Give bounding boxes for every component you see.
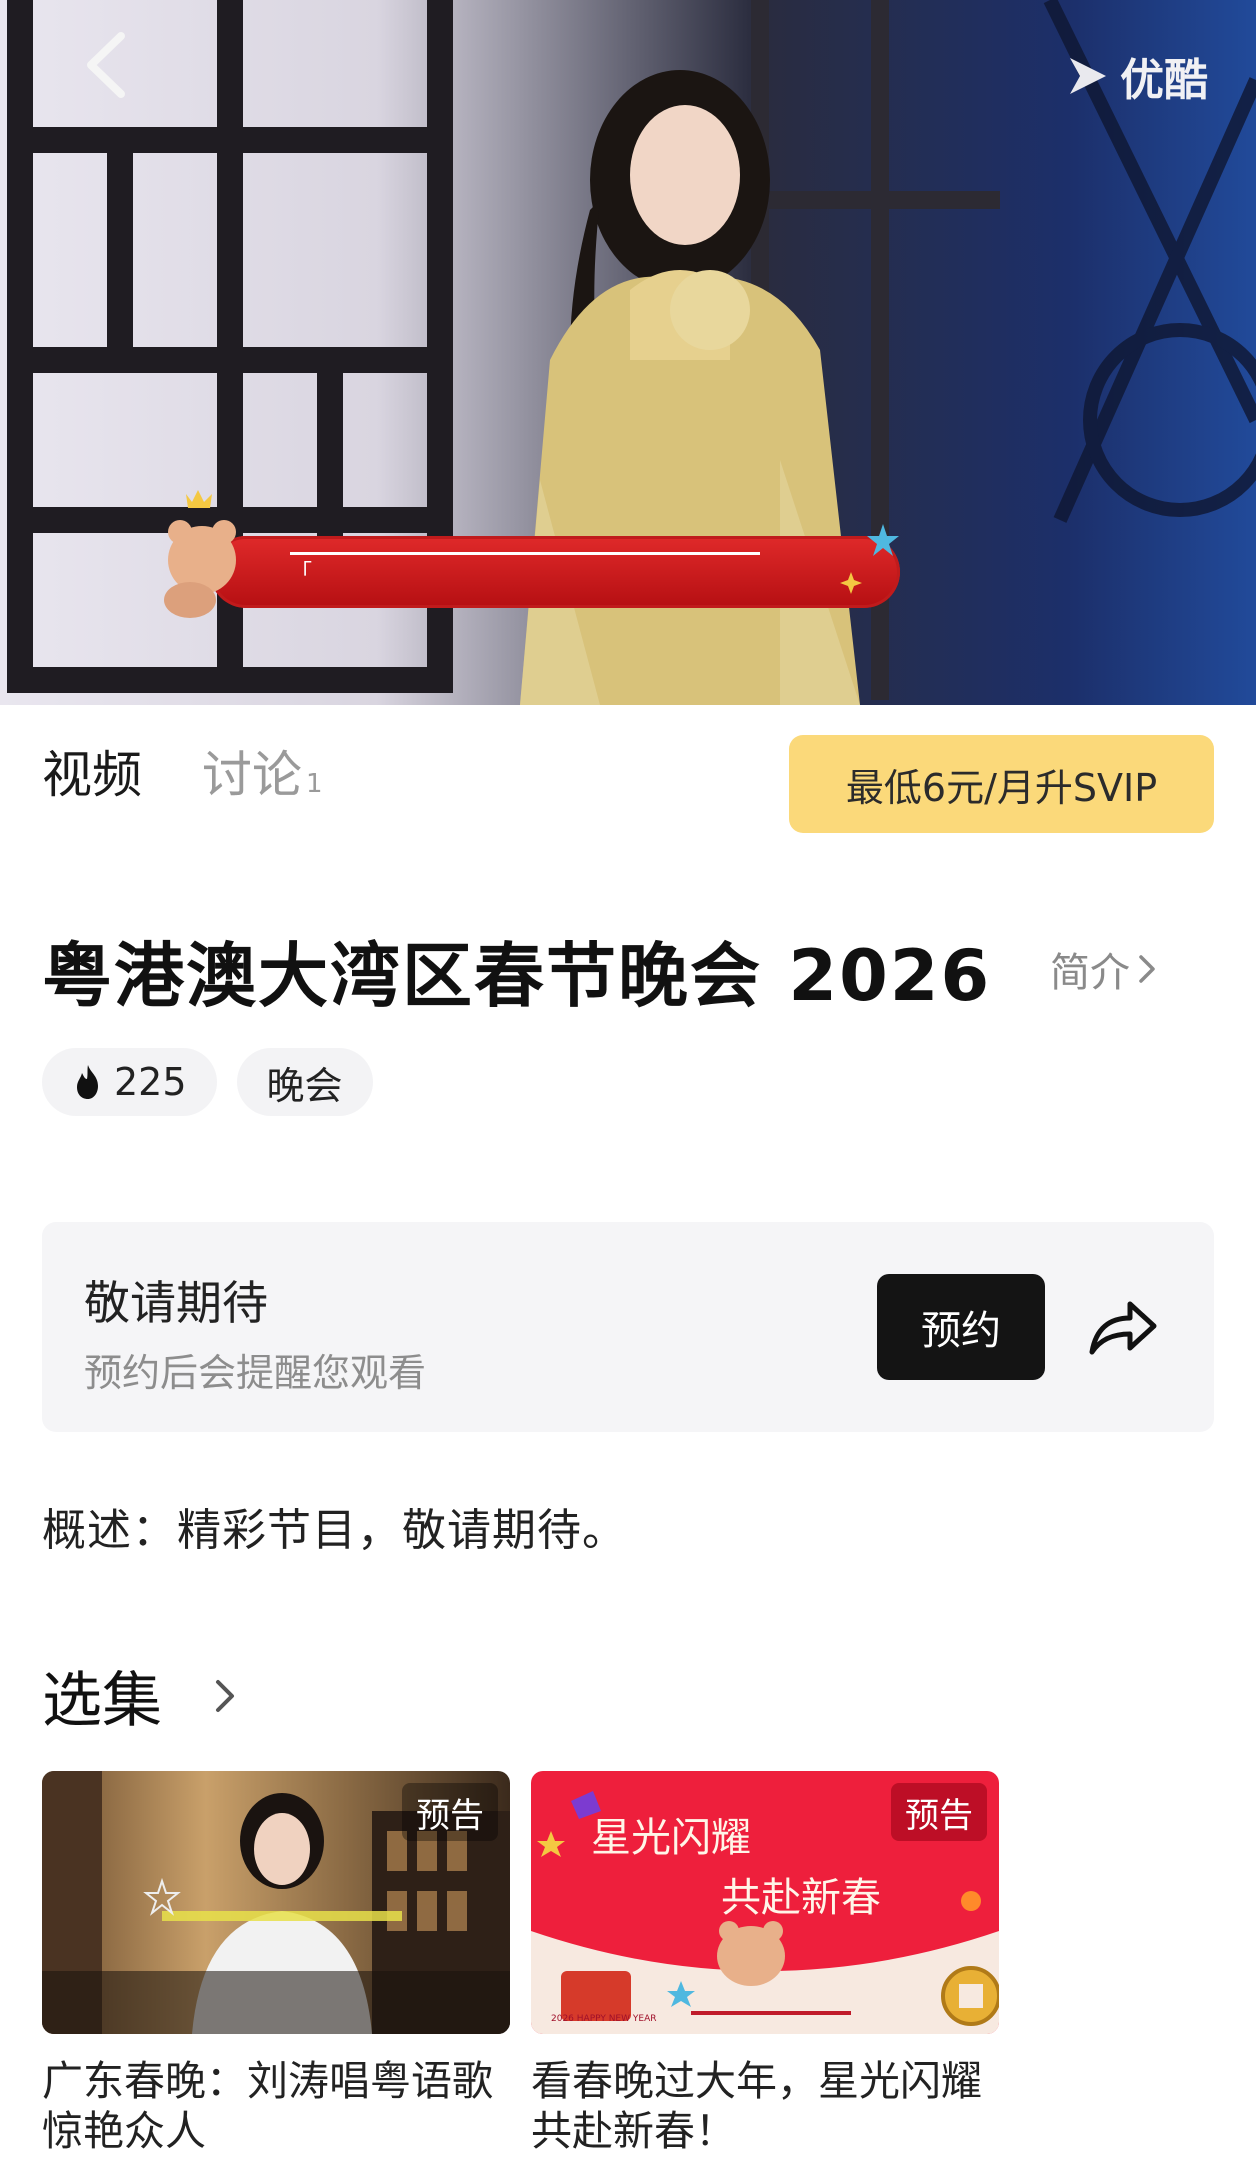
- intro-link[interactable]: 简介: [1050, 940, 1156, 998]
- episode-caption: 看春晚过大年，星光闪耀共赴新春！: [531, 2057, 982, 2155]
- share-button[interactable]: [1082, 1292, 1162, 1362]
- artwork-small-text: 2026 HAPPY NEW YEAR: [551, 2014, 656, 2024]
- show-title: 粤港澳大湾区春节晚会 2026: [42, 935, 992, 1017]
- tab-video-label: 视频: [42, 746, 142, 804]
- tab-video[interactable]: 视频: [42, 735, 142, 807]
- episode-card[interactable]: 预告 广东春晚：刘涛唱粤语歌惊艳众人: [42, 1771, 510, 2156]
- category-tag[interactable]: 晚会: [236, 1048, 373, 1116]
- episodes-title: 选集: [42, 1666, 162, 1736]
- chevron-right-icon: [216, 1679, 234, 1712]
- episodes-header[interactable]: 选集: [42, 1652, 240, 1739]
- fire-icon: [77, 1065, 98, 1099]
- video-player[interactable]: 优酷 「: [0, 0, 1256, 705]
- episode-thumbnail[interactable]: 星光闪耀 共赴新春 2026 HAPPY NEW YEAR 预告: [531, 1771, 999, 2034]
- logo-text: 优酷: [1120, 55, 1208, 106]
- show-tags: 225 晚会: [42, 1048, 373, 1116]
- artwork-line-1: 星光闪耀: [591, 1815, 751, 1861]
- share-icon: [1089, 1301, 1157, 1355]
- reservation-card: 敬请期待 预约后会提醒您观看 预约: [42, 1222, 1214, 1432]
- reserve-button[interactable]: 预约: [877, 1274, 1045, 1380]
- heat-value: 225: [114, 1060, 187, 1104]
- show-description: 概述：精彩节目，敬请期待。: [42, 1505, 627, 1556]
- banner-text: 「: [290, 552, 760, 586]
- episode-caption: 广东春晚：刘涛唱粤语歌惊艳众人: [42, 2057, 493, 2155]
- chevron-right-icon: [1139, 955, 1155, 983]
- heat-tag[interactable]: 225: [42, 1048, 217, 1116]
- svip-upgrade-button[interactable]: 最低6元/月升SVIP: [789, 735, 1214, 833]
- chevron-left-icon: [87, 32, 125, 98]
- sparkle-icon: [840, 572, 862, 594]
- reserve-subtitle: 预约后会提醒您观看: [84, 1351, 427, 1395]
- trailer-badge: 预告: [891, 1783, 987, 1841]
- star-icon: [867, 524, 899, 556]
- youku-play-icon: [1070, 58, 1106, 94]
- reserve-title: 敬请期待: [84, 1276, 268, 1330]
- tab-discussion-label: 讨论: [202, 746, 302, 804]
- back-button[interactable]: [70, 20, 140, 110]
- artwork-line-2: 共赴新春: [721, 1875, 881, 1921]
- content-tabs: 视频 讨论 1: [42, 735, 323, 825]
- lower-third-banner: 「: [140, 490, 912, 618]
- tab-discussion[interactable]: 讨论 1: [202, 735, 323, 807]
- trailer-badge: 预告: [402, 1783, 498, 1841]
- bear-mascot-icon: [164, 490, 236, 618]
- category-tag-label: 晚会: [266, 1063, 343, 1108]
- episode-thumbnail[interactable]: 预告: [42, 1771, 510, 2034]
- youku-logo: 优酷: [1066, 46, 1208, 106]
- episode-card[interactable]: 星光闪耀 共赴新春 2026 HAPPY NEW YEAR 预告 看春晚过大年，…: [531, 1771, 999, 2156]
- intro-link-label: 简介: [1050, 950, 1130, 996]
- discussion-count: 1: [306, 769, 323, 799]
